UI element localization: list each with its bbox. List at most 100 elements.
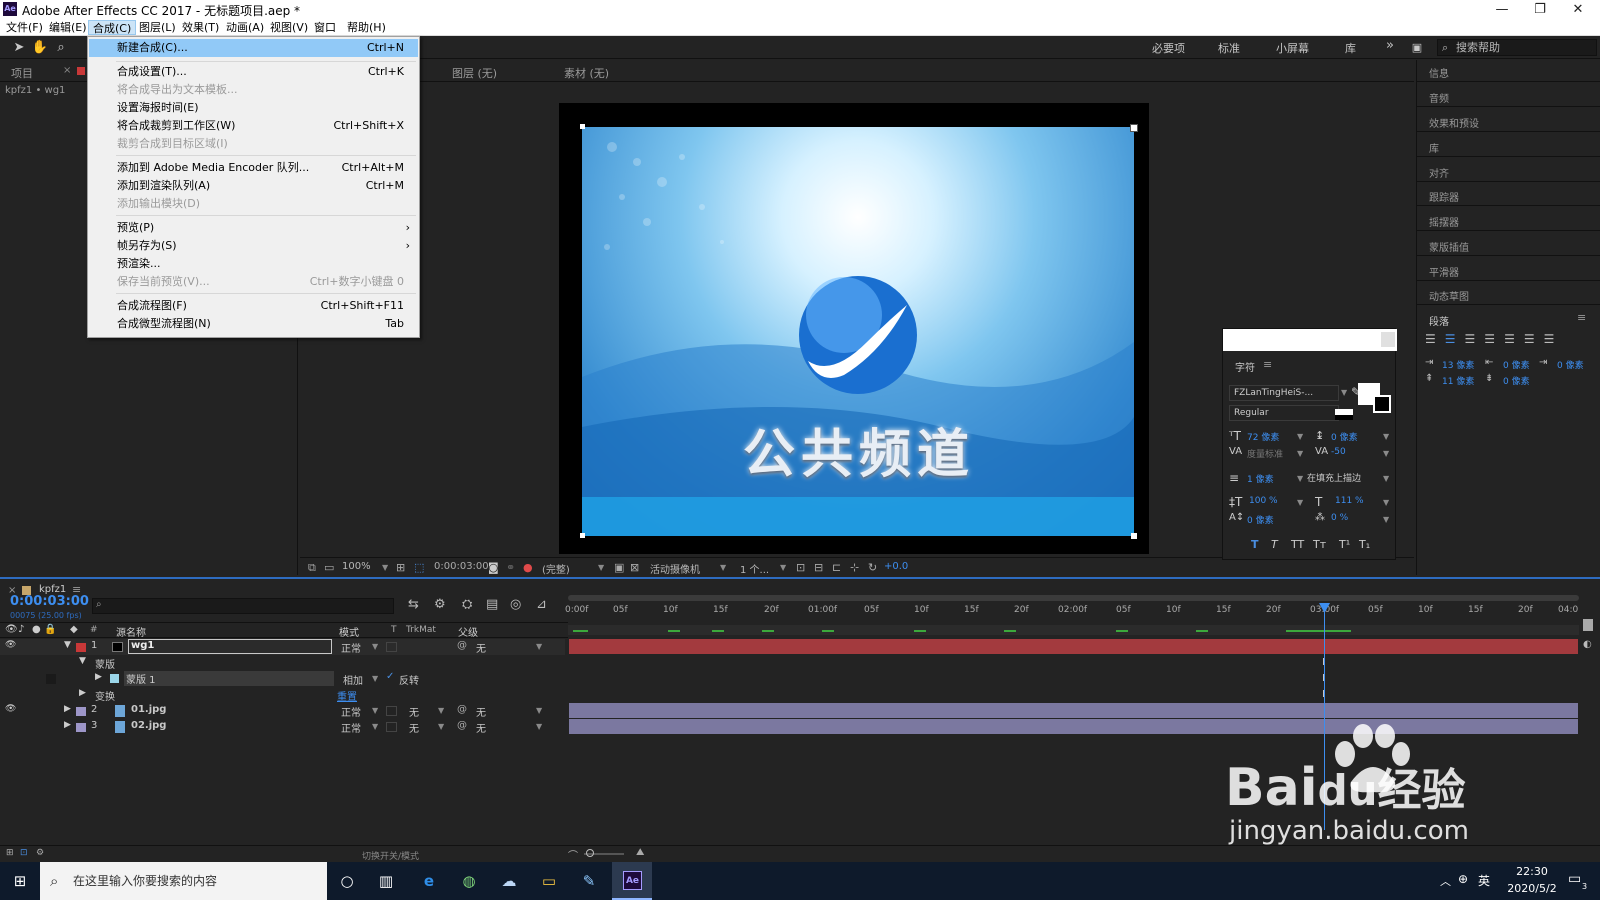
workspace-libraries[interactable]: 库 [1345,40,1356,56]
timeline-timecode[interactable]: 0:00:03:00 [10,594,89,609]
layer-mode-select[interactable]: 正常 [341,720,361,735]
stroke-width-dropdown-icon[interactable]: ▼ [1297,474,1303,483]
layer-visibility-icon[interactable]: 👁 [5,640,16,650]
taskbar-search-input[interactable]: ⌕ 在这里输入你要搜索的内容 [40,862,327,900]
toggle-pixel-aspect-icon[interactable]: ⊡ [796,561,805,574]
menu-help[interactable]: 帮助(H) [343,20,390,35]
transform-reset-link[interactable]: 重置 [337,688,357,703]
paragraph-align-buttons[interactable]: ☰☰☰☰☰☰☰ [1425,332,1597,346]
panel-align[interactable]: 对齐 [1429,165,1449,180]
all-caps-button[interactable]: TT [1291,538,1304,551]
mask-group-expand-icon[interactable]: ▼ [79,656,86,666]
justify-center-icon[interactable]: ☰ [1504,332,1524,346]
action-center-icon[interactable]: ▭ [1568,871,1581,887]
faux-bold-button[interactable]: T [1251,538,1259,551]
mode-column[interactable]: 模式 [339,624,359,639]
menu-file[interactable]: 文件(F) [2,20,47,35]
region-of-interest-icon[interactable]: ⬚ [414,561,424,574]
justify-right-icon[interactable]: ☰ [1524,332,1544,346]
panel-libraries[interactable]: 库 [1429,140,1439,155]
layer-trkmat-select[interactable]: 无 [409,720,419,735]
help-search-input[interactable]: ⌕ 搜索帮助 [1437,39,1597,56]
mask-expand-icon[interactable]: ▶ [95,672,102,682]
frame-blending-icon[interactable]: ▤ [486,597,498,612]
font-size-dropdown-icon[interactable]: ▼ [1297,432,1303,441]
expand-transfer-icon[interactable]: ⚙ [36,848,44,858]
character-menu-icon[interactable]: ≡ [1263,358,1272,371]
justify-all-icon[interactable]: ☰ [1544,332,1564,346]
network-icon[interactable]: ⊕ [1458,872,1468,886]
panel-smoother[interactable]: 平滑器 [1429,264,1459,279]
maximize-button[interactable]: ❐ [1521,0,1559,19]
font-family-dropdown-icon[interactable]: ▼ [1341,388,1347,397]
shy-layers-icon[interactable]: ⛭ [462,597,472,612]
workspace-small-screen[interactable]: 小屏幕 [1276,40,1309,56]
panel-motion-sketch[interactable]: 动态草图 [1429,288,1469,303]
input-language[interactable]: 英 [1478,872,1490,889]
leading-value[interactable]: 0 像素 [1331,430,1358,443]
tsume-dropdown-icon[interactable]: ▼ [1383,515,1389,524]
app-icon-cloud[interactable]: ☁ [498,870,520,892]
layer-bar-3[interactable] [569,719,1578,734]
indent-first-value[interactable]: 0 像素 [1557,358,1584,371]
panel-info[interactable]: 信息 [1429,65,1449,80]
menu-save-frame-as[interactable]: 帧另存为(S) › [89,237,418,255]
mask-mode-dropdown-icon[interactable]: ▼ [372,674,378,683]
mask-lock-toggle[interactable] [46,674,56,684]
tray-show-hidden-icon[interactable]: ︿ [1440,873,1451,889]
leading-dropdown-icon[interactable]: ▼ [1383,432,1389,441]
app-icon-chat[interactable]: ◍ [458,870,480,892]
timeline-link-icon[interactable]: ⊏ [832,561,841,574]
stroke-type-dropdown-icon[interactable]: ▼ [1383,474,1389,483]
layer-label-color[interactable] [76,643,86,652]
keyframe-marker[interactable]: I [1322,657,1325,668]
vertical-scale-value[interactable]: 100 % [1249,496,1278,506]
layer-mode-select[interactable]: 正常 [341,704,361,719]
clock-time[interactable]: 22:30 [1510,865,1554,878]
stroke-width-value[interactable]: 1 像素 [1247,472,1274,485]
minimize-button[interactable]: — [1483,0,1521,19]
views-dropdown-icon[interactable]: ▼ [780,563,786,572]
subscript-button[interactable]: T₁ [1359,538,1370,551]
mask-name[interactable]: 蒙版 1 [124,671,334,686]
layer-mode-dropdown-icon[interactable]: ▼ [372,706,378,715]
align-left-icon[interactable]: ☰ [1425,332,1445,346]
menu-mini-flowchart[interactable]: 合成微型流程图(N) Tab [89,315,418,333]
panel-audio[interactable]: 音频 [1429,90,1449,105]
layer-row-3[interactable]: ▶ 3 02.jpg 正常 ▼ 无 ▼ @ 无 ▼ [0,719,565,735]
transform-expand-icon[interactable]: ▶ [79,688,86,698]
menu-new-composition[interactable]: 新建合成(C)... Ctrl+N [89,39,418,57]
menu-view[interactable]: 视图(V) [266,20,312,35]
viewer-timecode[interactable]: 0:00:03:00 [434,561,489,572]
layer-trkmat-dropdown-icon[interactable]: ▼ [438,706,444,715]
layer-label-color[interactable] [76,723,86,732]
zoom-slider-thumb[interactable] [586,849,594,857]
menu-composition[interactable]: 合成(C) [88,20,137,35]
layer-expand-icon[interactable]: ▼ [64,640,71,650]
paragraph-menu-icon[interactable]: ≡ [1577,311,1586,324]
fit-icon[interactable]: ⊞ [396,561,405,574]
layer-parent-select[interactable]: 无 [476,640,486,655]
timeline-zoom-handle[interactable] [1583,619,1593,631]
edge-browser-icon[interactable]: e [418,870,440,892]
graph-editor-icon[interactable]: ⊿ [536,597,547,612]
layer-trkmat-select[interactable]: 无 [409,704,419,719]
comp-frame[interactable]: 公共频道 [582,127,1134,536]
layer-name[interactable]: 02.jpg [131,720,166,731]
layer-viewer-tab[interactable]: 图层 (无) [452,65,497,81]
kerning-dropdown-icon[interactable]: ▼ [1297,449,1303,458]
black-white-swatch[interactable] [1335,409,1353,420]
menu-pre-render[interactable]: 预渲染... [89,255,418,273]
current-time-indicator[interactable] [1324,605,1325,830]
menu-set-poster-time[interactable]: 设置海报时间(E) [89,99,418,117]
indent-left-value[interactable]: 13 像素 [1442,358,1474,371]
faux-italic-button[interactable]: T [1271,538,1278,551]
layer-parent-dropdown-icon[interactable]: ▼ [536,642,542,651]
small-caps-button[interactable]: Tт [1313,538,1326,551]
layer-visibility-icon[interactable]: 👁 [5,704,16,714]
after-effects-taskbar-button[interactable]: Ae [612,862,652,900]
menu-window[interactable]: 窗口 [310,20,340,35]
trkmat-column[interactable]: TrkMat [406,625,436,635]
font-style-select[interactable]: Regular [1229,405,1339,421]
keyframe-marker[interactable]: I [1322,673,1325,684]
